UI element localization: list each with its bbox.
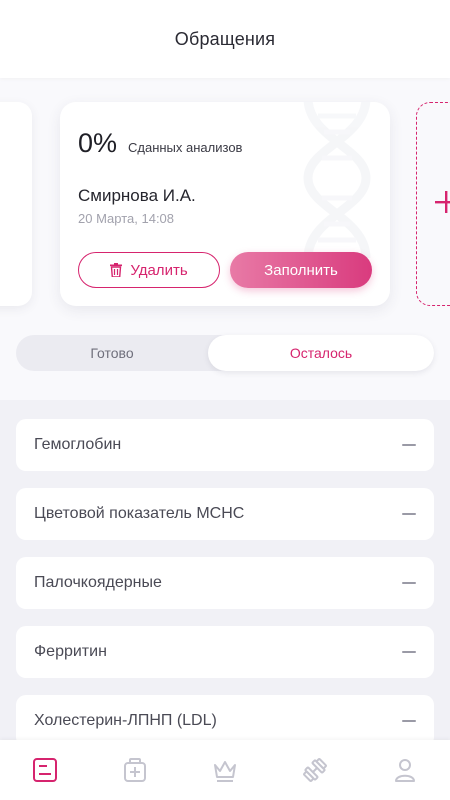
- analysis-label: Ферритин: [34, 643, 107, 660]
- list-item[interactable]: Гемоглобин: [16, 419, 434, 471]
- analysis-label: Холестерин-ЛПНП (LDL): [34, 712, 217, 729]
- crown-icon: [214, 761, 236, 782]
- dna-icon: [303, 102, 371, 258]
- bottom-tab-bar: [0, 740, 450, 800]
- tab-ready-label: Готово: [90, 345, 134, 361]
- add-request-card[interactable]: [416, 102, 450, 306]
- patient-name: Смирнова И.А.: [78, 186, 196, 205]
- tab-remaining[interactable]: Осталось: [208, 335, 434, 371]
- request-date: 20 Марта, 14:08: [78, 211, 175, 226]
- request-card[interactable]: 0% Сданных анализов Смирнова И.А. 20 Мар…: [60, 102, 390, 306]
- tab-remaining-label: Осталось: [289, 345, 353, 361]
- fill-button[interactable]: Заполнить: [230, 252, 372, 288]
- dumbbell-icon: [303, 758, 327, 782]
- fill-label: Заполнить: [264, 261, 338, 279]
- minus-icon[interactable]: [402, 720, 416, 722]
- page-title: Обращения: [174, 28, 276, 49]
- medical-case-icon: [124, 758, 146, 782]
- analysis-label: Палочкоядерные: [34, 574, 162, 591]
- minus-icon[interactable]: [402, 513, 416, 515]
- tab-profile[interactable]: [360, 740, 450, 800]
- tab-requests[interactable]: [0, 740, 90, 800]
- trash-icon: [110, 263, 123, 277]
- list-item[interactable]: Цветовой показатель MCHC: [16, 488, 434, 540]
- tab-medical[interactable]: [90, 740, 180, 800]
- tab-fitness[interactable]: [270, 740, 360, 800]
- document-icon: [33, 758, 57, 782]
- progress-percent: 0%: [78, 128, 118, 158]
- analysis-label: Цветовой показатель MCHC: [34, 505, 245, 522]
- plus-icon: [435, 191, 450, 213]
- tab-premium[interactable]: [180, 740, 270, 800]
- status-segmented-control: Готово Осталось: [16, 335, 434, 371]
- profile-icon: [395, 759, 415, 782]
- delete-label: Удалить: [130, 261, 188, 279]
- tab-ready[interactable]: Готово: [16, 335, 208, 371]
- app-header: Обращения: [0, 0, 450, 78]
- delete-button[interactable]: Удалить: [78, 252, 220, 288]
- previous-card[interactable]: [0, 102, 32, 306]
- list-item[interactable]: Палочкоядерные: [16, 557, 434, 609]
- cards-area: 0% Сданных анализов Смирнова И.А. 20 Мар…: [0, 78, 450, 400]
- list-item[interactable]: Ферритин: [16, 626, 434, 678]
- progress-label: Сданных анализов: [128, 140, 243, 155]
- minus-icon[interactable]: [402, 651, 416, 653]
- minus-icon[interactable]: [402, 582, 416, 584]
- minus-icon[interactable]: [402, 444, 416, 446]
- analysis-label: Гемоглобин: [34, 436, 122, 453]
